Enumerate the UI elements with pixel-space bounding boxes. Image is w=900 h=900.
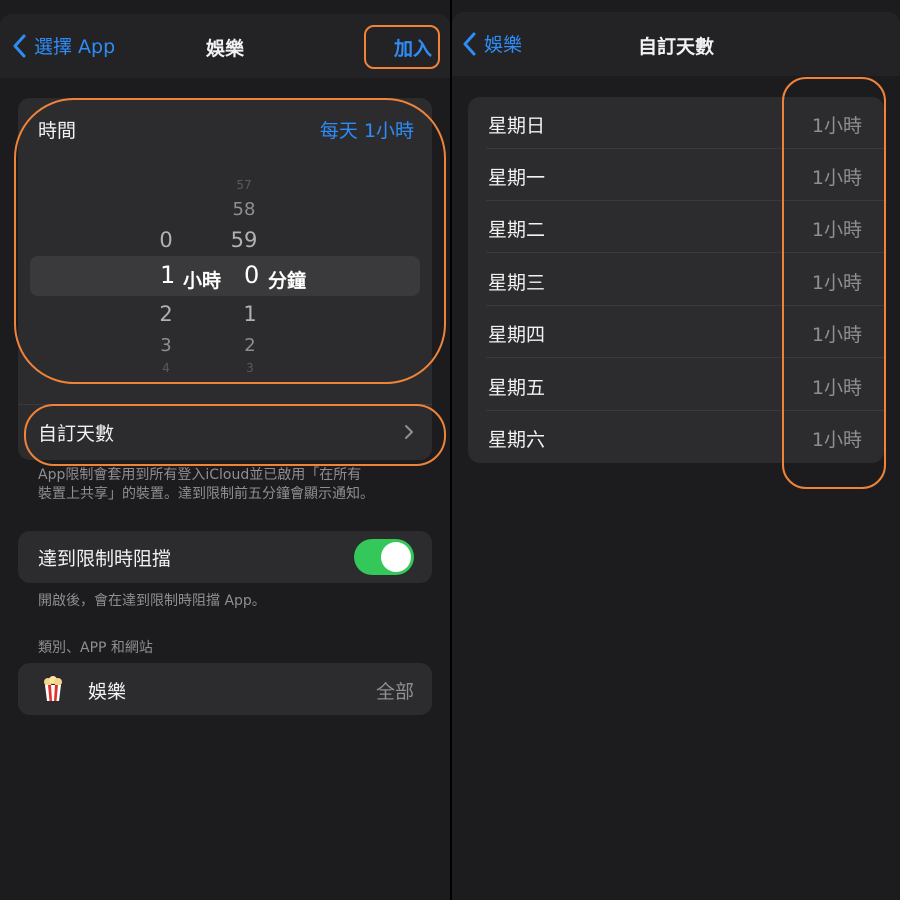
back-label: 選擇 App [34,36,116,58]
day-row-sunday[interactable]: 星期日 1小時 [468,97,884,149]
picker-hour-above: 0 [159,228,173,252]
day-label: 星期日 [488,115,546,137]
add-button[interactable]: 加入 [394,34,432,61]
custom-days-label: 自訂天數 [38,423,115,445]
right-screen: 娛樂 自訂天數 星期日 1小時 星期一 1小時 星期二 1小時 星期三 1小時 … [452,0,900,900]
day-label: 星期五 [488,377,546,399]
row-separator [486,252,884,253]
custom-days-row[interactable]: 自訂天數 [18,404,432,460]
picker-hour-selected: 1 [160,261,176,289]
day-row-friday[interactable]: 星期五 1小時 [468,359,884,411]
limit-footnote: App限制會套用到所有登入iCloud並已啟用「在所有 裝置上共享」的裝置。達到… [38,466,374,504]
row-separator [486,357,884,358]
category-group: 娛樂 全部 [18,663,432,715]
day-row-saturday[interactable]: 星期六 1小時 [468,411,884,463]
picker-hour-below-1: 2 [159,302,173,326]
day-value: 1小時 [811,429,862,451]
category-row[interactable]: 娛樂 全部 [18,663,432,715]
block-toggle[interactable] [354,539,414,575]
chevron-right-icon [405,425,413,439]
left-screen: 選擇 App 娛樂 加入 時間 每天 1小時 0 1 小時 2 3 4 57 5… [0,0,450,900]
day-label: 星期三 [488,272,546,294]
limit-footnote-line2: 裝置上共享」的裝置。達到限制前五分鐘會顯示通知。 [38,486,374,502]
nav-bar: 選擇 App 娛樂 加入 [0,14,450,78]
picker-minute-below-2: 2 [244,335,256,356]
limit-footnote-line1: App限制會套用到所有登入iCloud並已啟用「在所有 [38,467,362,483]
category-section-header: 類別、APP 和網站 [38,640,153,656]
back-button[interactable]: 選擇 App [12,32,115,59]
block-footnote: 開啟後，會在達到限制時阻擋 App。 [38,593,266,609]
time-label: 時間 [38,120,77,142]
day-label: 星期六 [488,429,546,451]
day-row-wednesday[interactable]: 星期三 1小時 [468,254,884,306]
block-group: 達到限制時阻擋 [18,531,432,583]
picker-minute-above-1: 59 [230,228,258,252]
day-value: 1小時 [811,324,862,346]
time-value[interactable]: 每天 1小時 [320,116,414,143]
day-value: 1小時 [811,167,862,189]
day-label: 星期四 [488,324,546,346]
time-group: 時間 每天 1小時 0 1 小時 2 3 4 57 58 59 0 分鐘 1 2… [18,98,432,460]
chevron-left-icon [463,32,476,55]
day-label: 星期一 [488,167,546,189]
toggle-knob [381,542,411,572]
day-value: 1小時 [811,377,862,399]
picker-minute-below-1: 1 [243,302,257,326]
picker-hour-unit: 小時 [183,270,222,292]
picker-minute-selected: 0 [244,261,260,289]
day-row-tuesday[interactable]: 星期二 1小時 [468,201,884,253]
category-name: 娛樂 [88,681,127,703]
picker-minute-above-3: 57 [236,178,252,192]
popcorn-icon [44,676,62,701]
picker-hour-below-3: 4 [162,361,170,375]
picker-minute-below-3: 3 [246,361,254,375]
day-value: 1小時 [811,115,862,137]
nav-bar-right: 娛樂 自訂天數 [452,12,900,76]
days-group: 星期日 1小時 星期一 1小時 星期二 1小時 星期三 1小時 星期四 1小時 … [468,97,884,463]
picker-selection-band [30,256,420,296]
day-row-monday[interactable]: 星期一 1小時 [468,149,884,201]
chevron-left-icon [13,34,26,57]
block-label: 達到限制時阻擋 [38,548,172,570]
back-button-right[interactable]: 娛樂 [462,30,522,57]
day-value: 1小時 [811,272,862,294]
picker-hour-below-2: 3 [160,335,172,356]
back-label-right: 娛樂 [484,34,523,56]
category-value: 全部 [375,681,414,703]
day-label: 星期二 [488,219,546,241]
picker-minute-unit: 分鐘 [268,270,307,292]
picker-minute-above-2: 58 [232,199,256,220]
day-value: 1小時 [811,219,862,241]
day-row-thursday[interactable]: 星期四 1小時 [468,306,884,358]
